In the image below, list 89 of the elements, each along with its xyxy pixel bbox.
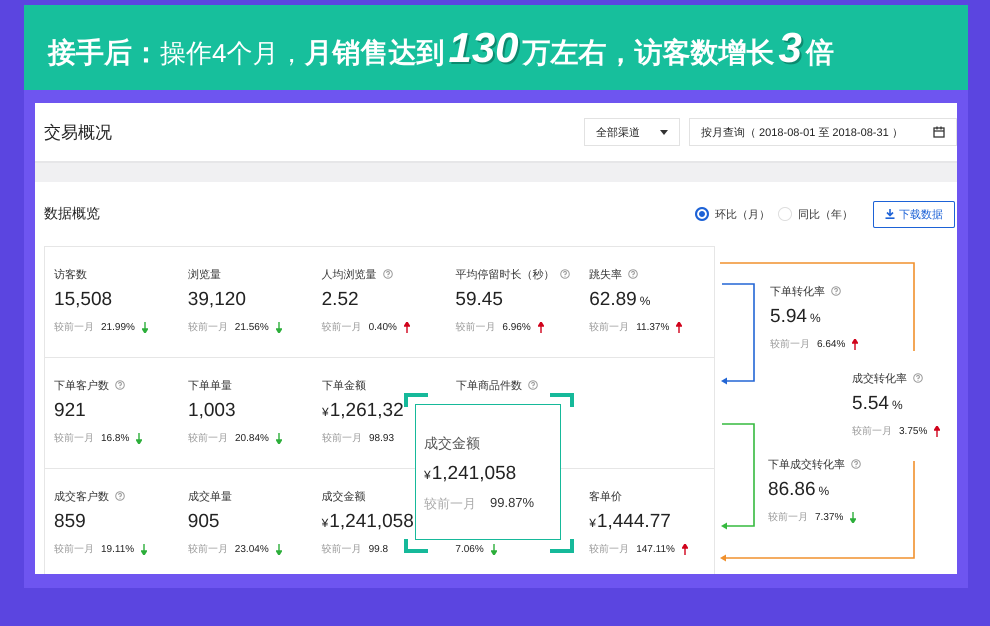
metric-value: 905: [188, 511, 220, 533]
metric-label: 下单转化率: [770, 284, 825, 298]
radio-label: 环比（月）: [715, 208, 770, 222]
metric-value: 5.54%: [852, 393, 903, 415]
metric-value: 859: [54, 511, 86, 533]
metric-label: 跳失率: [589, 268, 622, 282]
compare-value: 98.93: [369, 432, 394, 444]
compare-label: 较前一月: [54, 432, 94, 445]
compare-value: 20.84%: [235, 432, 269, 444]
metric-label: 成交金额: [322, 490, 366, 504]
compare-value: 147.11%: [636, 544, 675, 554]
compare-value: 99.8: [368, 544, 388, 554]
metric-value: 39,120: [188, 289, 246, 311]
metric-label: 访客数: [54, 268, 87, 282]
compare-label: 较前一月: [322, 432, 362, 445]
metric-value: 62.89%: [589, 289, 650, 311]
compare-value: 6.64%: [817, 338, 846, 350]
metric-label: 下单商品件数: [456, 378, 522, 392]
help-icon[interactable]: [831, 286, 841, 296]
compare-label: 较前一月: [589, 320, 630, 334]
popup-value: ¥1,241,058: [424, 463, 518, 485]
compare-value: 7.06%: [455, 544, 484, 554]
help-icon[interactable]: [115, 491, 125, 501]
compare-value: 16.8%: [101, 432, 130, 444]
help-icon[interactable]: [382, 269, 393, 279]
metric-value: 86.86%: [768, 479, 830, 501]
help-icon[interactable]: [115, 380, 125, 390]
metric-value: 1,003: [188, 400, 236, 422]
compare-label: 较前一月: [770, 338, 810, 351]
headline: 接手后：操作4个月，月销售达到 130万左右，访客数增长3倍: [48, 24, 834, 72]
metric-label: 浏览量: [188, 268, 221, 282]
compare-value: 21.99%: [101, 322, 135, 332]
section-title: 数据概览: [44, 205, 100, 223]
date-range-field[interactable]: 按月查询（ 2018-08-01 至 2018-08-31 ）: [689, 118, 957, 146]
compare-label: 较前一月: [455, 320, 496, 334]
compare-label: 较前一月: [188, 542, 228, 556]
compare-label: 较前一月: [188, 320, 228, 334]
metric-value: 921: [54, 400, 86, 422]
compare-value: 6.96%: [502, 322, 531, 332]
help-icon[interactable]: [851, 459, 861, 469]
metric-label: 下单成交转化率: [768, 458, 845, 472]
metric-label: 成交客户数: [54, 490, 109, 504]
compare-label: 较前一月: [424, 495, 476, 513]
radio-label: 同比（年）: [798, 208, 853, 222]
metric-label: 客单价: [589, 490, 622, 504]
metric-label: 下单客户数: [54, 378, 109, 392]
metric-value: ¥1,241,058: [322, 511, 414, 533]
compare-label: 较前一月: [589, 542, 630, 556]
channel-dropdown[interactable]: 全部渠道: [584, 118, 680, 146]
metric-label: 平均停留时长（秒）: [455, 268, 554, 282]
download-button[interactable]: 下载数据: [873, 200, 955, 228]
radio-option[interactable]: 环比（月）: [695, 206, 770, 222]
download-icon: [885, 209, 895, 219]
help-icon[interactable]: [560, 269, 570, 279]
calendar-icon: [933, 126, 945, 138]
compare-label: 较前一月: [852, 424, 892, 438]
compare-label: 较前一月: [54, 320, 94, 334]
page-title: 交易概况: [44, 122, 112, 144]
compare-value: 21.56%: [234, 322, 269, 332]
metric-label: 成交转化率: [852, 372, 907, 386]
compare-value: 99.87%: [490, 495, 534, 512]
metric-value: 59.45: [455, 289, 503, 311]
compare-value: 3.75%: [899, 426, 928, 436]
metric-value: 5.94%: [770, 306, 821, 328]
radio-option[interactable]: 同比（年）: [778, 206, 853, 222]
help-icon[interactable]: [528, 380, 538, 390]
metric-label: 下单金额: [322, 378, 366, 392]
compare-label: 较前一月: [768, 510, 808, 524]
caret-icon: [660, 130, 668, 134]
help-icon[interactable]: [628, 269, 638, 279]
metric-value: ¥1,444.77: [589, 511, 671, 533]
metric-value: ¥1,261,32: [322, 400, 404, 422]
metric-label: 成交单量: [188, 490, 232, 504]
help-icon[interactable]: [913, 373, 923, 383]
compare-value: 23.04%: [234, 544, 269, 554]
metric-label: 人均浏览量: [322, 268, 377, 282]
metric-label: 下单单量: [188, 378, 232, 392]
compare-value: 19.11%: [101, 544, 134, 554]
compare-label: 较前一月: [188, 432, 228, 445]
compare-label: 较前一月: [322, 542, 362, 556]
compare-value: 7.37%: [815, 512, 844, 522]
compare-label: 较前一月: [322, 320, 362, 334]
radio-button[interactable]: [695, 207, 709, 221]
compare-value: 0.40%: [368, 322, 397, 332]
compare-value: 11.37%: [636, 322, 670, 332]
popup-label: 成交金额: [424, 435, 481, 453]
metric-value: 2.52: [322, 289, 359, 311]
compare-label: 较前一月: [54, 542, 94, 556]
metric-value: 15,508: [54, 289, 112, 311]
